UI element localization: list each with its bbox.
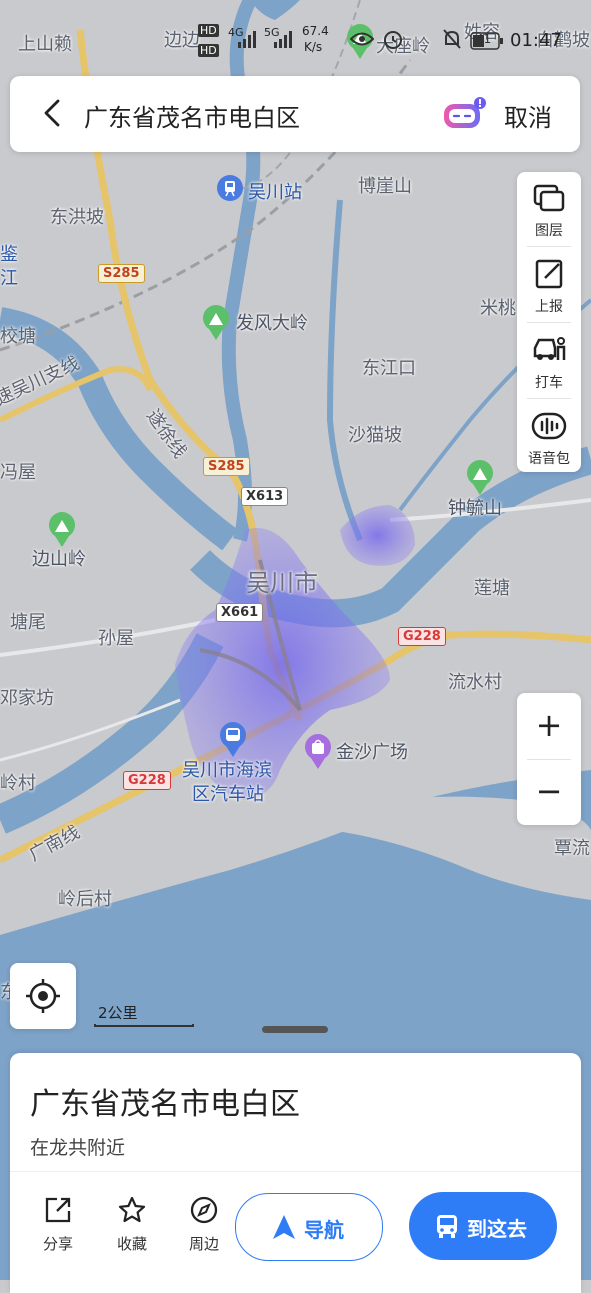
tool-label: 上报 — [535, 299, 563, 315]
navigation-arrow-icon — [273, 1215, 295, 1239]
sheet-drag-handle[interactable] — [262, 1026, 328, 1033]
map-label: 塘尾 — [10, 612, 46, 633]
action-label: 分享 — [42, 1235, 73, 1253]
map-label: 冯屋 — [0, 462, 36, 483]
bus-icon — [437, 1215, 457, 1238]
scale-bar — [94, 1024, 194, 1027]
map-label: 岭后村 — [58, 889, 112, 910]
report-edit-icon — [535, 259, 563, 289]
alarm-icon — [384, 31, 402, 49]
zoom-in-button[interactable]: + — [517, 693, 581, 759]
zoom-controls: + − — [517, 693, 581, 825]
map-label: 江 — [0, 268, 18, 289]
map-label: 鉴 — [0, 244, 18, 265]
road-shield-x661: X661 — [216, 603, 264, 622]
train-station-icon[interactable] — [216, 174, 244, 202]
map-label: 莲塘 — [474, 578, 510, 599]
layers-icon — [533, 184, 565, 212]
divider — [527, 322, 571, 323]
compass-icon — [190, 1196, 218, 1224]
locate-me-button[interactable] — [10, 963, 76, 1029]
divider — [527, 246, 571, 247]
poi-fafengdaling[interactable]: 发风大岭 — [236, 309, 308, 335]
net-speed-unit: K/s — [304, 40, 323, 54]
share-icon — [45, 1197, 71, 1223]
voice-pack-button[interactable]: 语音包 — [517, 400, 581, 474]
back-arrow-icon[interactable] — [38, 98, 68, 128]
map-scale: 2公里 — [94, 1002, 194, 1028]
map-label: 校塘 — [0, 326, 36, 347]
action-label: 收藏 — [116, 1235, 147, 1253]
signal-icon — [238, 31, 256, 48]
favorite-button[interactable]: 收藏 — [102, 1195, 162, 1254]
bus-station-pin-icon[interactable] — [218, 720, 248, 758]
map-label: 邓家坊 — [0, 688, 54, 709]
map-tools-panel: 图层 上报 打车 语音包 — [517, 172, 581, 472]
action-label: 周边 — [188, 1235, 219, 1253]
mountain-pin-icon[interactable] — [465, 458, 495, 496]
road-shield-g228: G228 — [398, 627, 446, 646]
net-speed: 67.4 — [302, 24, 329, 38]
map-label: 东洪坡 — [50, 207, 104, 228]
divider — [527, 398, 571, 399]
road-shield-s285: S285 — [203, 457, 250, 476]
place-title: 广东省茂名市电白区 — [30, 1087, 300, 1122]
map-label: 覃流 — [554, 838, 590, 859]
signal-icon — [274, 31, 292, 48]
scale-label: 2公里 — [98, 1004, 138, 1022]
battery-level: 41 — [476, 32, 492, 46]
poi-bianshanling[interactable]: 边山岭 — [32, 545, 86, 571]
map-label: 东江口 — [362, 358, 416, 379]
zoom-out-button[interactable]: − — [517, 759, 581, 825]
cancel-button[interactable]: 取消 — [504, 98, 552, 133]
hd-badge: HD — [198, 44, 219, 57]
clock: 01:47 — [510, 30, 562, 51]
tool-label: 图层 — [535, 223, 563, 239]
road-shield-g228: G228 — [123, 771, 171, 790]
go-here-button[interactable]: 到这去 — [409, 1192, 557, 1260]
status-bar: HD HD 4G 5G 67.4 K/s 41 01:47 — [0, 22, 591, 62]
mute-icon — [443, 29, 461, 49]
voice-assistant-icon[interactable] — [442, 96, 486, 132]
map-label: 孙屋 — [98, 628, 134, 649]
poi-wuchuan-station[interactable]: 吴川站 — [248, 178, 302, 204]
road-shield-x613: X613 — [241, 487, 289, 506]
shopping-pin-icon[interactable] — [303, 732, 333, 770]
nearby-button[interactable]: 周边 — [174, 1195, 234, 1254]
map-label: 岭村 — [0, 773, 36, 794]
search-bar[interactable]: 广东省茂名市电白区 取消 — [10, 76, 580, 152]
map-label: 流水村 — [448, 672, 502, 693]
mountain-pin-icon[interactable] — [47, 510, 77, 548]
map-label-city: 吴川市 — [246, 569, 318, 597]
locate-crosshair-icon — [26, 979, 60, 1013]
go-here-label: 到这去 — [467, 1217, 527, 1241]
share-button[interactable]: 分享 — [28, 1195, 88, 1254]
poi-haibin-bus-station-line2[interactable]: 区汽车站 — [192, 780, 264, 806]
poi-zhongyushan[interactable]: 钟毓山 — [448, 494, 502, 520]
voice-pack-icon — [531, 412, 567, 440]
tool-label: 打车 — [535, 375, 563, 391]
navigate-button[interactable]: 导航 — [235, 1193, 383, 1261]
layers-button[interactable]: 图层 — [517, 172, 581, 246]
taxi-icon — [533, 337, 566, 360]
hd-badge: HD — [198, 24, 219, 37]
road-shield-s285: S285 — [98, 264, 145, 283]
navigate-label: 导航 — [304, 1218, 344, 1242]
star-icon — [118, 1196, 146, 1223]
map-label: 米桃 — [480, 298, 516, 319]
search-query[interactable]: 广东省茂名市电白区 — [84, 98, 300, 133]
taxi-button[interactable]: 打车 — [517, 324, 581, 398]
map-label: 沙猫坡 — [348, 425, 402, 446]
eye-icon — [350, 32, 374, 46]
divider — [10, 1171, 581, 1172]
map-label: 博崖山 — [358, 176, 412, 197]
poi-jinsha-plaza[interactable]: 金沙广场 — [336, 738, 408, 764]
mountain-pin-icon[interactable] — [201, 303, 231, 341]
tool-label: 语音包 — [528, 451, 570, 467]
report-button[interactable]: 上报 — [517, 248, 581, 322]
place-subtitle: 在龙共附近 — [30, 1137, 126, 1159]
poi-haibin-bus-station[interactable]: 吴川市海滨 — [182, 756, 272, 782]
